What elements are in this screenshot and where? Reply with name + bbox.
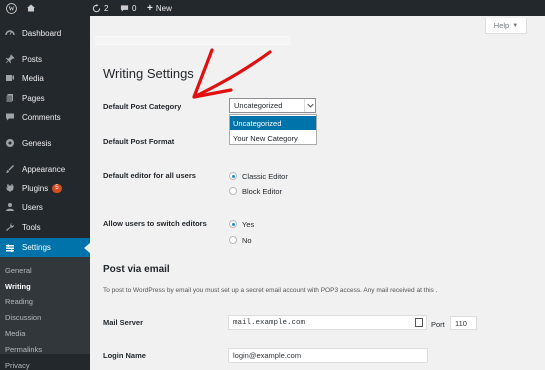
switch-editors-label: Allow users to switch editors bbox=[103, 219, 207, 228]
category-dropdown-list: Uncategorized Your New Category bbox=[229, 114, 317, 145]
sidebar-item-label: Dashboard bbox=[22, 28, 62, 38]
sidebar-item-label: Appearance bbox=[22, 164, 66, 174]
admin-bar: W 2 0 + New bbox=[0, 0, 545, 16]
block-editor-label[interactable]: Block Editor bbox=[242, 187, 282, 196]
sidebar-item-label: Genesis bbox=[22, 138, 52, 148]
sidebar-item-label: Media bbox=[22, 73, 44, 83]
classic-editor-label[interactable]: Classic Editor bbox=[242, 172, 288, 181]
submenu-item-discussion[interactable]: Discussion bbox=[5, 313, 41, 322]
mail-server-value: mail.example.com bbox=[233, 318, 306, 327]
pin-icon bbox=[4, 53, 16, 65]
switch-yes-label[interactable]: Yes bbox=[242, 220, 254, 229]
sidebar-item-genesis[interactable]: Genesis bbox=[0, 134, 90, 152]
media-icon bbox=[4, 72, 16, 84]
switch-yes-radio[interactable] bbox=[229, 220, 237, 228]
mail-server-input[interactable]: mail.example.com bbox=[228, 315, 427, 330]
submenu-item-writing[interactable]: Writing bbox=[5, 282, 31, 291]
chevron-down-icon bbox=[304, 99, 315, 112]
sidebar-item-dashboard[interactable]: Dashboard bbox=[0, 24, 90, 42]
new-label: New bbox=[155, 3, 172, 13]
svg-text:W: W bbox=[8, 6, 14, 12]
settings-submenu: General Writing Reading Discussion Media… bbox=[0, 257, 90, 370]
submenu-item-reading[interactable]: Reading bbox=[5, 297, 33, 306]
category-option-uncategorized[interactable]: Uncategorized bbox=[230, 116, 316, 130]
classic-editor-radio[interactable] bbox=[229, 172, 237, 180]
admin-sidebar: Dashboard Posts Media Pages Comments Gen… bbox=[0, 16, 90, 370]
pages-icon bbox=[4, 92, 16, 104]
sidebar-item-label: Comments bbox=[22, 112, 61, 122]
comments-icon bbox=[4, 111, 16, 123]
submenu-item-privacy[interactable]: Privacy bbox=[5, 361, 30, 370]
post-via-email-heading: Post via email bbox=[103, 264, 170, 275]
submenu-item-general[interactable]: General bbox=[5, 266, 32, 275]
sidebar-item-comments[interactable]: Comments bbox=[0, 108, 90, 126]
updates-count: 2 bbox=[104, 3, 109, 13]
sidebar-item-pages[interactable]: Pages bbox=[0, 89, 90, 107]
brush-icon bbox=[4, 163, 16, 175]
dashboard-icon bbox=[4, 27, 16, 39]
comment-bubble-icon bbox=[120, 4, 129, 12]
mail-server-label: Mail Server bbox=[103, 318, 144, 327]
block-editor-radio[interactable] bbox=[229, 187, 237, 195]
default-category-select[interactable]: Uncategorized bbox=[229, 98, 316, 113]
tools-icon bbox=[4, 221, 16, 233]
sidebar-item-label: Pages bbox=[22, 93, 45, 103]
new-content-button[interactable]: + New bbox=[147, 0, 172, 16]
settings-icon bbox=[4, 242, 16, 254]
plus-icon: + bbox=[147, 2, 153, 14]
login-name-value: login@example.com bbox=[233, 351, 302, 360]
sidebar-item-label: Users bbox=[22, 202, 43, 212]
page-title: Writing Settings bbox=[103, 66, 194, 81]
sidebar-item-media[interactable]: Media bbox=[0, 69, 90, 87]
password-manager-icon[interactable] bbox=[415, 318, 423, 327]
sidebar-item-users[interactable]: Users bbox=[0, 198, 90, 216]
help-tab-button[interactable]: Help ▼ bbox=[485, 18, 527, 34]
submenu-item-permalinks[interactable]: Permalinks bbox=[5, 345, 42, 354]
default-format-label: Default Post Format bbox=[103, 137, 175, 146]
sidebar-item-label: Posts bbox=[22, 54, 43, 64]
genesis-icon bbox=[4, 137, 16, 149]
notice-placeholder bbox=[95, 36, 290, 45]
refresh-icon bbox=[92, 3, 101, 12]
switch-no-radio[interactable] bbox=[229, 236, 237, 244]
switch-no-label[interactable]: No bbox=[242, 236, 252, 245]
sidebar-item-appearance[interactable]: Appearance bbox=[0, 160, 90, 178]
sidebar-item-label: Settings bbox=[22, 243, 51, 252]
comments-count: 0 bbox=[132, 3, 137, 13]
login-name-label: Login Name bbox=[103, 351, 146, 360]
sidebar-item-label: Tools bbox=[22, 222, 41, 232]
sidebar-item-label: Plugins bbox=[22, 183, 49, 193]
caret-down-icon: ▼ bbox=[512, 22, 519, 29]
help-label: Help bbox=[493, 21, 510, 30]
sidebar-item-plugins[interactable]: Plugins 5 bbox=[0, 179, 90, 197]
default-category-label: Default Post Category bbox=[103, 102, 182, 111]
home-icon[interactable] bbox=[26, 0, 36, 16]
port-value: 110 bbox=[455, 318, 467, 328]
wordpress-logo-icon[interactable]: W bbox=[6, 0, 17, 16]
sidebar-item-posts[interactable]: Posts bbox=[0, 50, 90, 68]
submenu-item-media[interactable]: Media bbox=[5, 329, 25, 338]
default-category-value: Uncategorized bbox=[234, 101, 283, 110]
sidebar-item-tools[interactable]: Tools bbox=[0, 218, 90, 236]
users-icon bbox=[4, 201, 16, 213]
port-label: Port bbox=[431, 320, 445, 329]
plugin-icon bbox=[4, 182, 16, 194]
port-input[interactable]: 110 bbox=[450, 316, 477, 330]
sidebar-item-settings[interactable]: Settings bbox=[0, 238, 90, 257]
updates-button[interactable]: 2 bbox=[92, 0, 108, 16]
category-option-your-new-category[interactable]: Your New Category bbox=[230, 131, 316, 145]
plugins-update-badge: 5 bbox=[52, 183, 62, 193]
comments-bar-button[interactable]: 0 bbox=[120, 0, 136, 16]
login-name-input[interactable]: login@example.com bbox=[228, 348, 428, 363]
default-editor-label: Default editor for all users bbox=[103, 171, 196, 180]
post-via-email-description: To post to WordPress by email you must s… bbox=[103, 287, 438, 294]
